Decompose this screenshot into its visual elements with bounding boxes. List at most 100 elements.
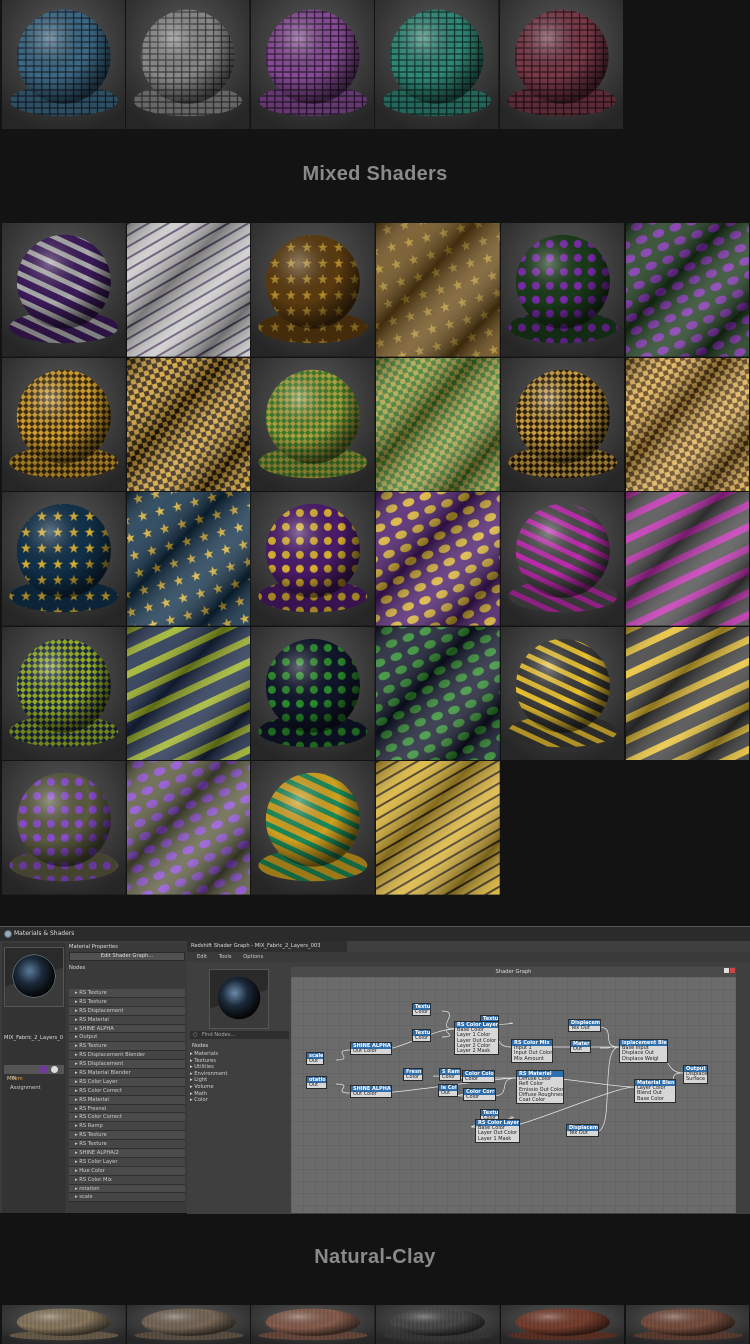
material-thumbnail[interactable] [4, 947, 64, 1007]
graph-node[interactable]: Output Displace Surface [683, 1065, 709, 1084]
graph-node-port[interactable]: Surface [684, 1076, 707, 1082]
node-list-item[interactable]: ▸ RS Material [69, 1015, 185, 1025]
shader-graph-title: Redshift Shader Graph - MIX_Fabric_2_Lay… [187, 941, 347, 952]
graph-node-port[interactable]: Color [413, 1035, 430, 1041]
graph-node-port[interactable]: Color [464, 1094, 495, 1100]
graph-node[interactable]: Material Blen Layer Color Blend Out Base Co… [634, 1079, 676, 1103]
node-list-item[interactable]: ▸ RS Displacement [69, 1060, 185, 1070]
graph-node-port[interactable]: Displace Weigl [620, 1056, 667, 1062]
graph-node[interactable]: S Ram Color [439, 1068, 461, 1082]
node-list-item[interactable]: ▸ RS Color Correct [69, 1086, 185, 1096]
graph-node[interactable]: RS Color Layer Base Color Layer Out Color L… [475, 1119, 521, 1143]
browser-item[interactable]: ▸ Environment [190, 1071, 290, 1078]
node-list-item[interactable]: ▸ Hue Color [69, 1166, 185, 1176]
material-sphere-tile [500, 223, 625, 357]
node-list-item[interactable]: ▸ RS Fresnel [69, 1104, 185, 1114]
browser-item[interactable]: ▸ Light [190, 1077, 290, 1084]
graph-node[interactable]: Fresn Color [403, 1068, 423, 1082]
browser-item[interactable]: ▸ Materials [190, 1051, 290, 1058]
graph-node-port[interactable]: Color [404, 1074, 422, 1080]
graph-node[interactable]: RS Material Diffuse Color Refl Color Emissi… [516, 1070, 565, 1105]
graph-node-port[interactable]: Out [307, 1058, 323, 1064]
mix-slot[interactable]: MIX [4, 1065, 64, 1082]
browser-item[interactable]: ▸ Color [190, 1097, 290, 1104]
browser-item[interactable]: ▸ Volume [190, 1084, 290, 1091]
tab-assignment[interactable]: Assignment [10, 1084, 41, 1093]
node-list-item[interactable]: ▸ RS Color Mix [69, 1175, 185, 1185]
node-list-item[interactable]: ▸ RS Material [69, 1095, 185, 1105]
node-list-item[interactable]: ▸ RS Color Layer [69, 1077, 185, 1087]
node-list-item[interactable]: ▸ RS Texture [69, 1042, 185, 1052]
browser-item[interactable]: ▸ Utilities [190, 1064, 290, 1071]
graph-node[interactable]: Mater Out [570, 1040, 591, 1054]
expand-icon[interactable] [724, 968, 729, 973]
node-list-item[interactable]: ▸ RS Texture [69, 989, 185, 998]
clay-sphere-tile [376, 1305, 500, 1344]
graph-node[interactable]: Color Corr Color [463, 1088, 496, 1102]
graph-node[interactable]: SHINE ALPHA Out Color [350, 1085, 392, 1099]
node-list-item[interactable]: ▸ RS Displacement [69, 1006, 185, 1016]
close-icon[interactable] [730, 968, 735, 973]
graph-node-port[interactable]: Color [463, 1076, 494, 1082]
sphere-tile [126, 0, 250, 129]
clay-sphere-tile [2, 1305, 126, 1344]
graph-node-port[interactable]: Out [307, 1082, 326, 1088]
node-list-item[interactable]: ▸ SHINE ALPHA [69, 1024, 185, 1034]
tab-mem[interactable]: Mem [10, 1075, 23, 1084]
mix-toggle-icon[interactable] [51, 1066, 58, 1073]
menu-options[interactable]: Options [243, 954, 263, 960]
graph-node-port[interactable]: Color [440, 1074, 460, 1080]
graph-node-port[interactable]: Tex Out [567, 1130, 598, 1136]
node-list-item[interactable]: ▸ RS Ramp [69, 1122, 185, 1132]
material-properties-label: Material Properties [69, 943, 185, 952]
node-list-item[interactable]: ▸ scale [69, 1193, 185, 1203]
node-list-item[interactable]: ▸ rotation [69, 1184, 185, 1194]
graph-node[interactable]: TextuColor [412, 1003, 432, 1017]
graph-node-port[interactable]: Mix Amount [512, 1056, 552, 1062]
node-list-item[interactable]: ▸ SHINE ALPHA/2 [69, 1149, 185, 1158]
graph-node-port[interactable]: Out Color [351, 1048, 391, 1054]
material-fabric-tile [376, 761, 500, 895]
material-sphere-tile [251, 492, 376, 626]
node-list-item[interactable]: ▸ RS Texture [69, 997, 185, 1007]
graph-node[interactable]: scale Out [306, 1052, 325, 1066]
graph-node[interactable]: RS Color Mix Input 1 Input Out Color Mix Am… [511, 1039, 554, 1063]
graph-node-port[interactable]: Out Color [351, 1091, 391, 1097]
node-list-item[interactable]: ▸ RS Displacement Blender [69, 1051, 185, 1061]
node-graph-canvas[interactable]: TextuColorTextuColorTextuColorRS Color L… [291, 977, 736, 1213]
graph-node[interactable]: TextuColor [412, 1029, 432, 1043]
node-list-item[interactable]: ▸ RS Texture [69, 1131, 185, 1141]
node-list-item[interactable]: ▸ RS Material Blender [69, 1069, 185, 1078]
graph-node-port[interactable]: Layer 2 Mask [455, 1048, 498, 1054]
edit-shader-graph-button[interactable]: Edit Shader Graph... [69, 952, 185, 961]
graph-node-port[interactable]: Color [413, 1009, 430, 1015]
clay-sphere-tile [126, 1305, 251, 1344]
material-sphere-tile [251, 223, 376, 357]
graph-node[interactable]: isplacement Ble Base Input Displace Out Dis… [619, 1039, 668, 1063]
graph-node[interactable]: otatio Out [306, 1076, 327, 1090]
graph-node[interactable]: SHINE ALPHA Out Color [350, 1042, 392, 1056]
node-list-item[interactable]: ▸ Output [69, 1033, 185, 1043]
graph-node-port[interactable]: Layer 1 Mask [476, 1136, 519, 1142]
material-name-label[interactable]: MIX_Fabric_2_Layers_0 [4, 1034, 66, 1043]
graph-node-port[interactable]: Base Color [635, 1096, 675, 1102]
node-list-item[interactable]: ▸ RS Texture [69, 1140, 185, 1150]
graph-node-port[interactable]: Out [571, 1046, 590, 1052]
menu-edit[interactable]: Edit [197, 954, 207, 960]
graph-node[interactable]: Displacem Tex Out [566, 1124, 600, 1138]
material-fabric-tile [126, 357, 251, 492]
graph-node-port[interactable]: Out [439, 1090, 457, 1096]
node-list-item[interactable]: ▸ RS Color Correct [69, 1113, 185, 1123]
find-nodes-input[interactable]: ○ Find Nodes... [190, 1031, 289, 1039]
browser-item[interactable]: ▸ Textures [190, 1058, 290, 1065]
graph-node[interactable]: RS Color Layer Base Color Layer 1 Color Lay… [454, 1021, 500, 1056]
graph-node[interactable]: le Col Out [438, 1084, 458, 1098]
graph-node[interactable]: Color Colo Color [462, 1070, 495, 1084]
node-list-item[interactable]: ▸ RS Color Layer [69, 1157, 185, 1167]
material-sphere-tile [2, 626, 126, 761]
menu-tools[interactable]: Tools [219, 954, 232, 960]
graph-node-port[interactable]: Coat Color [517, 1097, 563, 1103]
browser-item[interactable]: ▸ Math [190, 1091, 290, 1098]
graph-node[interactable]: Displacem Tex Out [568, 1019, 602, 1033]
graph-node-port[interactable]: Tex Out [569, 1025, 600, 1031]
